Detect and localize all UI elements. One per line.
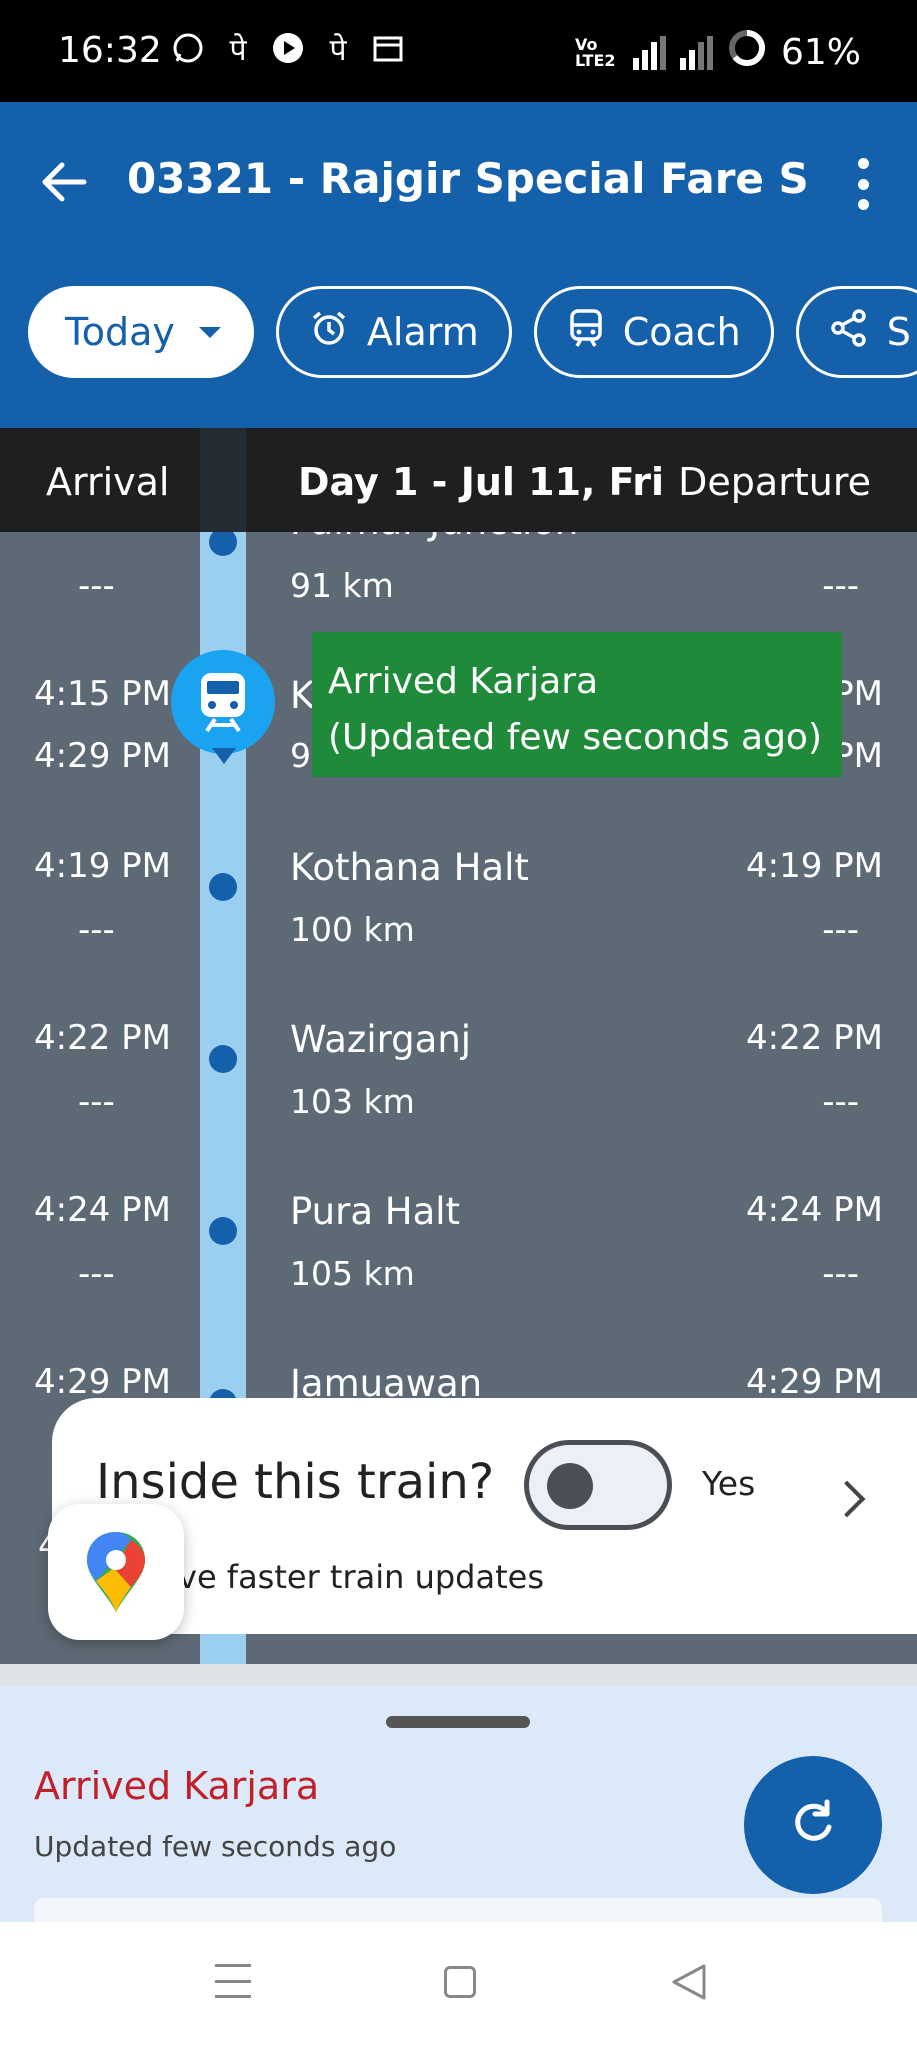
battery-icon xyxy=(727,28,767,77)
arrival-actual: --- xyxy=(78,1082,115,1122)
status-bar: 16:32 पे पे Vo LTE2 61% xyxy=(0,0,917,102)
departure-actual: --- xyxy=(822,1254,859,1294)
sheet-divider xyxy=(0,1664,917,1686)
departure-time: 4:19 PM xyxy=(746,846,883,886)
refresh-icon xyxy=(786,1796,840,1854)
header-rail-segment xyxy=(200,428,246,532)
back-arrow-icon[interactable] xyxy=(34,152,94,212)
sheet-content-edge xyxy=(34,1898,882,1922)
arrival-time: 4:24 PM xyxy=(34,1190,171,1230)
phonepe-icon: पे xyxy=(229,32,247,68)
station-distance: 105 km xyxy=(290,1254,415,1293)
train-title: 03321 - Rajgir Special Fare Sp... xyxy=(127,154,807,203)
departure-actual: --- xyxy=(822,1082,859,1122)
share-icon xyxy=(829,308,869,357)
station-name[interactable]: Pura Halt xyxy=(290,1190,460,1233)
signal-icon xyxy=(679,35,713,70)
notification-icons: पे पे xyxy=(170,30,406,68)
inside-train-toggle[interactable] xyxy=(524,1440,672,1530)
dropdown-caret-icon xyxy=(198,326,221,338)
volte-label: Vo LTE2 xyxy=(574,34,616,70)
departure-time: 4:29 PM xyxy=(746,1362,883,1402)
date-selector-chip[interactable]: Today xyxy=(28,286,254,378)
coach-train-icon xyxy=(567,308,605,357)
share-chip-label: S xyxy=(886,310,911,354)
inside-train-subtitle: ve faster train updates xyxy=(178,1558,544,1596)
google-maps-icon[interactable] xyxy=(48,1504,184,1640)
chevron-right-icon[interactable] xyxy=(828,1480,866,1518)
whatsapp-icon xyxy=(170,30,206,66)
system-nav-bar xyxy=(0,1922,917,2048)
departure-column-header: Departure xyxy=(678,460,871,504)
marker-pointer xyxy=(212,748,236,764)
refresh-button[interactable] xyxy=(744,1756,882,1894)
arrival-time: 4:15 PM xyxy=(34,674,171,714)
status-right: Vo LTE2 61% xyxy=(575,28,861,77)
departure-actual: --- xyxy=(822,566,859,606)
station-name[interactable]: Wazirganj xyxy=(290,1018,471,1061)
signal-icon xyxy=(632,35,666,70)
station-dot xyxy=(209,873,237,901)
live-status-toast: Arrived Karjara (Updated few seconds ago… xyxy=(312,632,842,777)
date-chip-label: Today xyxy=(65,310,175,354)
share-chip[interactable]: S xyxy=(795,286,917,378)
drag-handle[interactable] xyxy=(386,1716,530,1728)
arrival-actual: --- xyxy=(78,566,115,606)
alarm-clock-icon xyxy=(309,308,349,357)
coach-chip-label: Coach xyxy=(622,310,741,354)
arrival-actual: --- xyxy=(78,1254,115,1294)
alarm-chip-label: Alarm xyxy=(366,310,479,354)
action-chips: Today Alarm Coach S xyxy=(28,286,917,378)
station-distance: 103 km xyxy=(290,1082,415,1121)
back-icon[interactable] xyxy=(670,1962,708,2002)
arrival-time: 4:19 PM xyxy=(34,846,171,886)
arrival-actual: 4:29 PM xyxy=(34,736,171,776)
departure-time: 4:22 PM xyxy=(746,1018,883,1058)
station-distance: 100 km xyxy=(290,910,415,949)
battery-level: 61% xyxy=(780,32,861,73)
menu-icon[interactable] xyxy=(215,1964,251,1998)
app-bar: 03321 - Rajgir Special Fare Sp... Today … xyxy=(0,102,917,428)
status-time: 16:32 xyxy=(58,30,162,71)
station-dot xyxy=(209,528,237,556)
arrival-time: 4:22 PM xyxy=(34,1018,171,1058)
alarm-chip[interactable]: Alarm xyxy=(275,286,512,378)
sheet-updated-text: Updated few seconds ago xyxy=(34,1830,397,1863)
station-name[interactable]: K xyxy=(290,674,314,717)
coach-chip[interactable]: Coach xyxy=(533,286,774,378)
inside-train-question: Inside this train? xyxy=(96,1454,495,1510)
station-dot xyxy=(209,1217,237,1245)
station-name[interactable]: Kothana Halt xyxy=(290,846,529,889)
phonepe-icon: पे xyxy=(329,32,347,68)
calendar-icon xyxy=(370,30,406,66)
live-status-sheet[interactable]: Arrived Karjara Updated few seconds ago xyxy=(0,1686,917,1922)
timetable-header: Arrival Day 1 - Jul 11, Fri Departure xyxy=(0,428,917,532)
arrival-time: 4:29 PM xyxy=(34,1362,171,1402)
station-distance: 9 xyxy=(290,736,311,775)
toggle-yes-label: Yes xyxy=(702,1464,756,1503)
departure-actual: --- xyxy=(822,910,859,950)
home-icon[interactable] xyxy=(444,1966,476,1998)
departure-time: 4:24 PM xyxy=(746,1190,883,1230)
station-distance: 91 km xyxy=(290,566,394,605)
toast-status-line: Arrived Karjara xyxy=(328,661,599,702)
youtube-icon xyxy=(270,30,306,66)
toast-updated-line: (Updated few seconds ago) xyxy=(328,717,822,758)
arrival-column-header: Arrival xyxy=(46,460,170,504)
live-train-icon[interactable] xyxy=(171,650,275,754)
station-dot xyxy=(209,1045,237,1073)
arrival-actual: --- xyxy=(78,910,115,950)
toggle-knob xyxy=(547,1463,593,1509)
more-options-icon[interactable] xyxy=(853,158,873,210)
day-date-header: Day 1 - Jul 11, Fri xyxy=(298,460,664,504)
sheet-status-title: Arrived Karjara xyxy=(34,1764,320,1808)
